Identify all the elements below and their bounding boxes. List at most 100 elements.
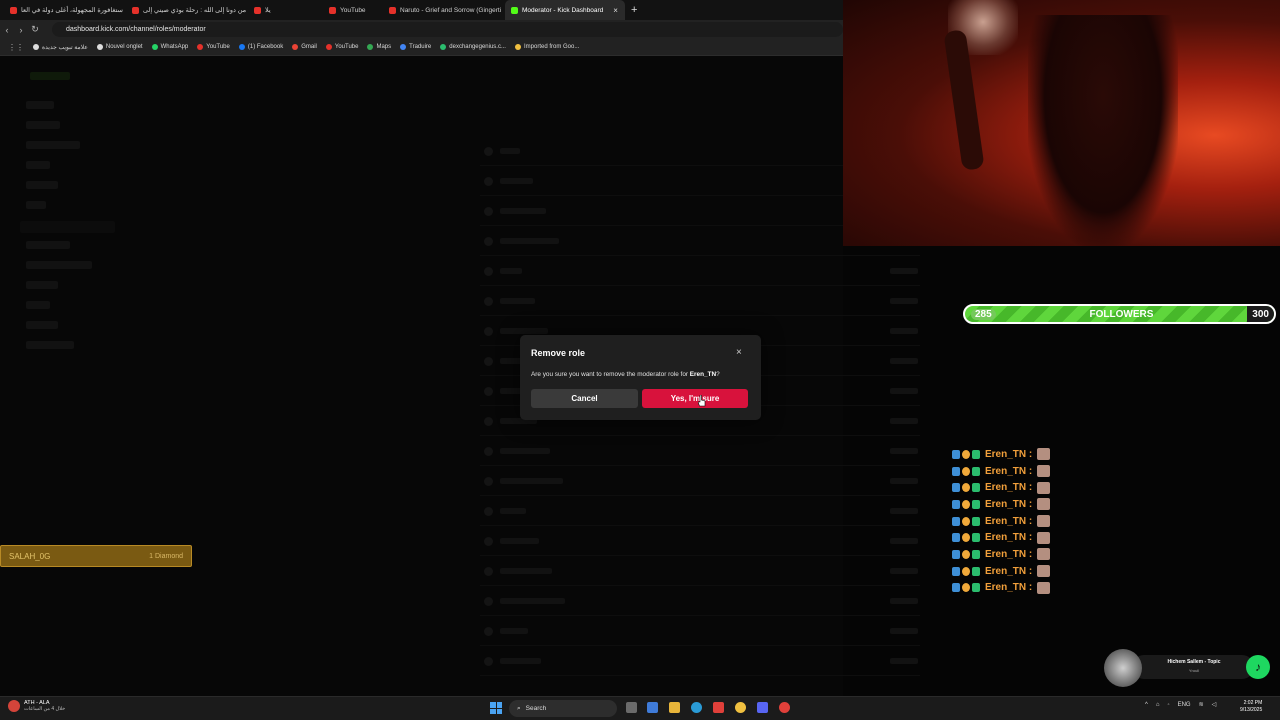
sidebar-item [26, 161, 50, 169]
remove-role-dialog: Remove role × Are you sure you want to r… [520, 335, 761, 420]
youtube-icon [329, 6, 336, 14]
browser-tab[interactable]: Moderator - Kick Dashboard × [505, 0, 625, 20]
bookmark-item[interactable]: WhatsApp [151, 44, 188, 50]
subscriber-badge-icon [962, 583, 970, 593]
bookmark-label: Maps [376, 44, 392, 50]
dialog-username: Eren_TN [689, 371, 717, 378]
row-divider [480, 255, 920, 256]
bookmark-item[interactable]: YouTube [197, 44, 230, 50]
bookmark-item[interactable]: Imported from Goo... [514, 44, 580, 50]
bookmark-item[interactable]: (1) Facebook [238, 44, 283, 50]
brave-icon[interactable] [713, 702, 724, 713]
row-name [500, 268, 522, 274]
sidebar-item [26, 241, 70, 249]
mic-icon[interactable]: ◦ [1167, 702, 1169, 708]
bookmark-favicon-icon [238, 44, 245, 50]
bookmark-item[interactable]: Gmail [292, 44, 317, 50]
browser-tab[interactable]: Naruto - Grief and Sorrow (Gingerti [383, 0, 505, 20]
now-playing-widget: Hichem Sallem - Topic Yroull ♪ [1104, 649, 1274, 687]
tab-label: Moderator - Kick Dashboard [522, 6, 604, 14]
back-icon[interactable]: ‹ [0, 25, 14, 35]
row-action [890, 388, 918, 394]
chat-username: Eren_TN : [985, 532, 1033, 544]
row-avatar [484, 267, 493, 276]
youtube-icon [389, 6, 396, 14]
browser-tab[interactable]: ستغافورة المجهولة، أغلى دولة في العا [4, 0, 126, 20]
subscriber-badge-icon [962, 499, 970, 509]
start-icon[interactable] [490, 702, 502, 714]
cancel-button[interactable]: Cancel [531, 389, 638, 408]
confirm-remove-button[interactable]: Yes, I'm sure [642, 389, 748, 408]
chrome-icon[interactable] [735, 702, 746, 713]
bookmark-label: Nouvel onglet [105, 44, 143, 50]
row-divider [480, 555, 920, 556]
language-indicator[interactable]: ENG [1178, 702, 1191, 708]
row-action [890, 328, 918, 334]
row-action [890, 478, 918, 484]
weather-widget[interactable]: ATH - ALA خلال 4 من الساعات [8, 700, 65, 712]
chat-overlay: Eren_TN : Eren_TN : Eren_TN : Eren_TN : Eren… [952, 446, 1072, 596]
forward-icon[interactable]: › [14, 25, 28, 35]
edge-icon[interactable] [691, 702, 702, 713]
emote-icon [1037, 465, 1051, 478]
subscriber-badge-icon [962, 516, 970, 526]
youtube-icon [132, 6, 139, 14]
app-icon[interactable] [779, 702, 790, 713]
apps-grid-icon[interactable]: ⋮⋮ [8, 43, 24, 52]
row-avatar [484, 177, 493, 186]
bookmarks-bar: ⋮⋮ علامة تبويب جديدة Nouvel onglet WhatsAp… [0, 39, 843, 56]
system-tray: ^ ⌂ ◦ ENG ≋ ◁ [1145, 701, 1217, 709]
tray-chevron-icon[interactable]: ^ [1145, 702, 1148, 708]
row-divider [480, 585, 920, 586]
taskbar-search[interactable]: ⌕ Search [509, 700, 617, 717]
row-divider [480, 645, 920, 646]
wifi-icon[interactable]: ≋ [1199, 701, 1204, 708]
url-text: dashboard.kick.com/channel/roles/moderat… [66, 26, 206, 33]
chat-message: Eren_TN : [952, 563, 1072, 580]
bookmark-favicon-icon [325, 44, 332, 50]
bookmark-item[interactable]: Nouvel onglet [96, 44, 143, 50]
bookmark-label: Gmail [301, 44, 317, 50]
bookmark-label: Imported from Goo... [523, 44, 580, 50]
moderator-badge-icon [952, 533, 960, 543]
moderator-badge-icon [952, 549, 960, 559]
bookmark-label: Traduire [409, 44, 432, 50]
row-name [500, 538, 539, 544]
row-avatar [484, 597, 493, 606]
row-name [500, 238, 559, 244]
search-label: Search [525, 705, 547, 712]
file-explorer-icon[interactable] [669, 702, 680, 713]
clock[interactable]: 2:02 PM 9/13/2025 [1240, 700, 1262, 714]
widgets-icon[interactable] [647, 702, 658, 713]
browser-tab[interactable]: يلا [248, 0, 323, 20]
sidebar-item [26, 261, 92, 269]
browser-tab[interactable]: من دونا إلى الله : رحلة بوذي صيني إلى [126, 0, 248, 20]
row-avatar [484, 207, 493, 216]
emote-icon [1037, 448, 1051, 461]
dialog-message: Are you sure you want to remove the mode… [531, 371, 720, 378]
close-icon[interactable]: × [736, 347, 742, 358]
song-subtitle: Yroull [1188, 668, 1200, 673]
emote-icon [1037, 531, 1051, 544]
bookmark-item[interactable]: علامة تبويب جديدة [33, 44, 88, 51]
tab-close-icon[interactable]: × [613, 6, 618, 15]
discord-icon[interactable] [757, 702, 768, 713]
row-divider [480, 525, 920, 526]
address-bar-row: ‹ › ↻ dashboard.kick.com/channel/roles/m… [0, 20, 843, 39]
task-view-icon[interactable] [626, 702, 637, 713]
bookmark-item[interactable]: Maps [367, 44, 391, 50]
reload-icon[interactable]: ↻ [28, 24, 42, 35]
row-divider [480, 675, 920, 676]
bookmark-item[interactable]: Traduire [400, 44, 431, 50]
emote-icon [1037, 498, 1051, 511]
volume-icon[interactable]: ◁ [1212, 701, 1217, 708]
sidebar-item [26, 141, 80, 149]
url-input[interactable]: dashboard.kick.com/channel/roles/moderat… [52, 22, 843, 37]
chat-username: Eren_TN : [985, 482, 1033, 494]
bookmark-item[interactable]: YouTube [325, 44, 358, 50]
bookmark-item[interactable]: dexchangegenius.c... [440, 44, 506, 50]
row-avatar [484, 567, 493, 576]
network-icon[interactable]: ⌂ [1156, 702, 1160, 708]
browser-tab[interactable]: YouTube [323, 0, 383, 20]
new-tab-button[interactable]: + [631, 4, 637, 16]
